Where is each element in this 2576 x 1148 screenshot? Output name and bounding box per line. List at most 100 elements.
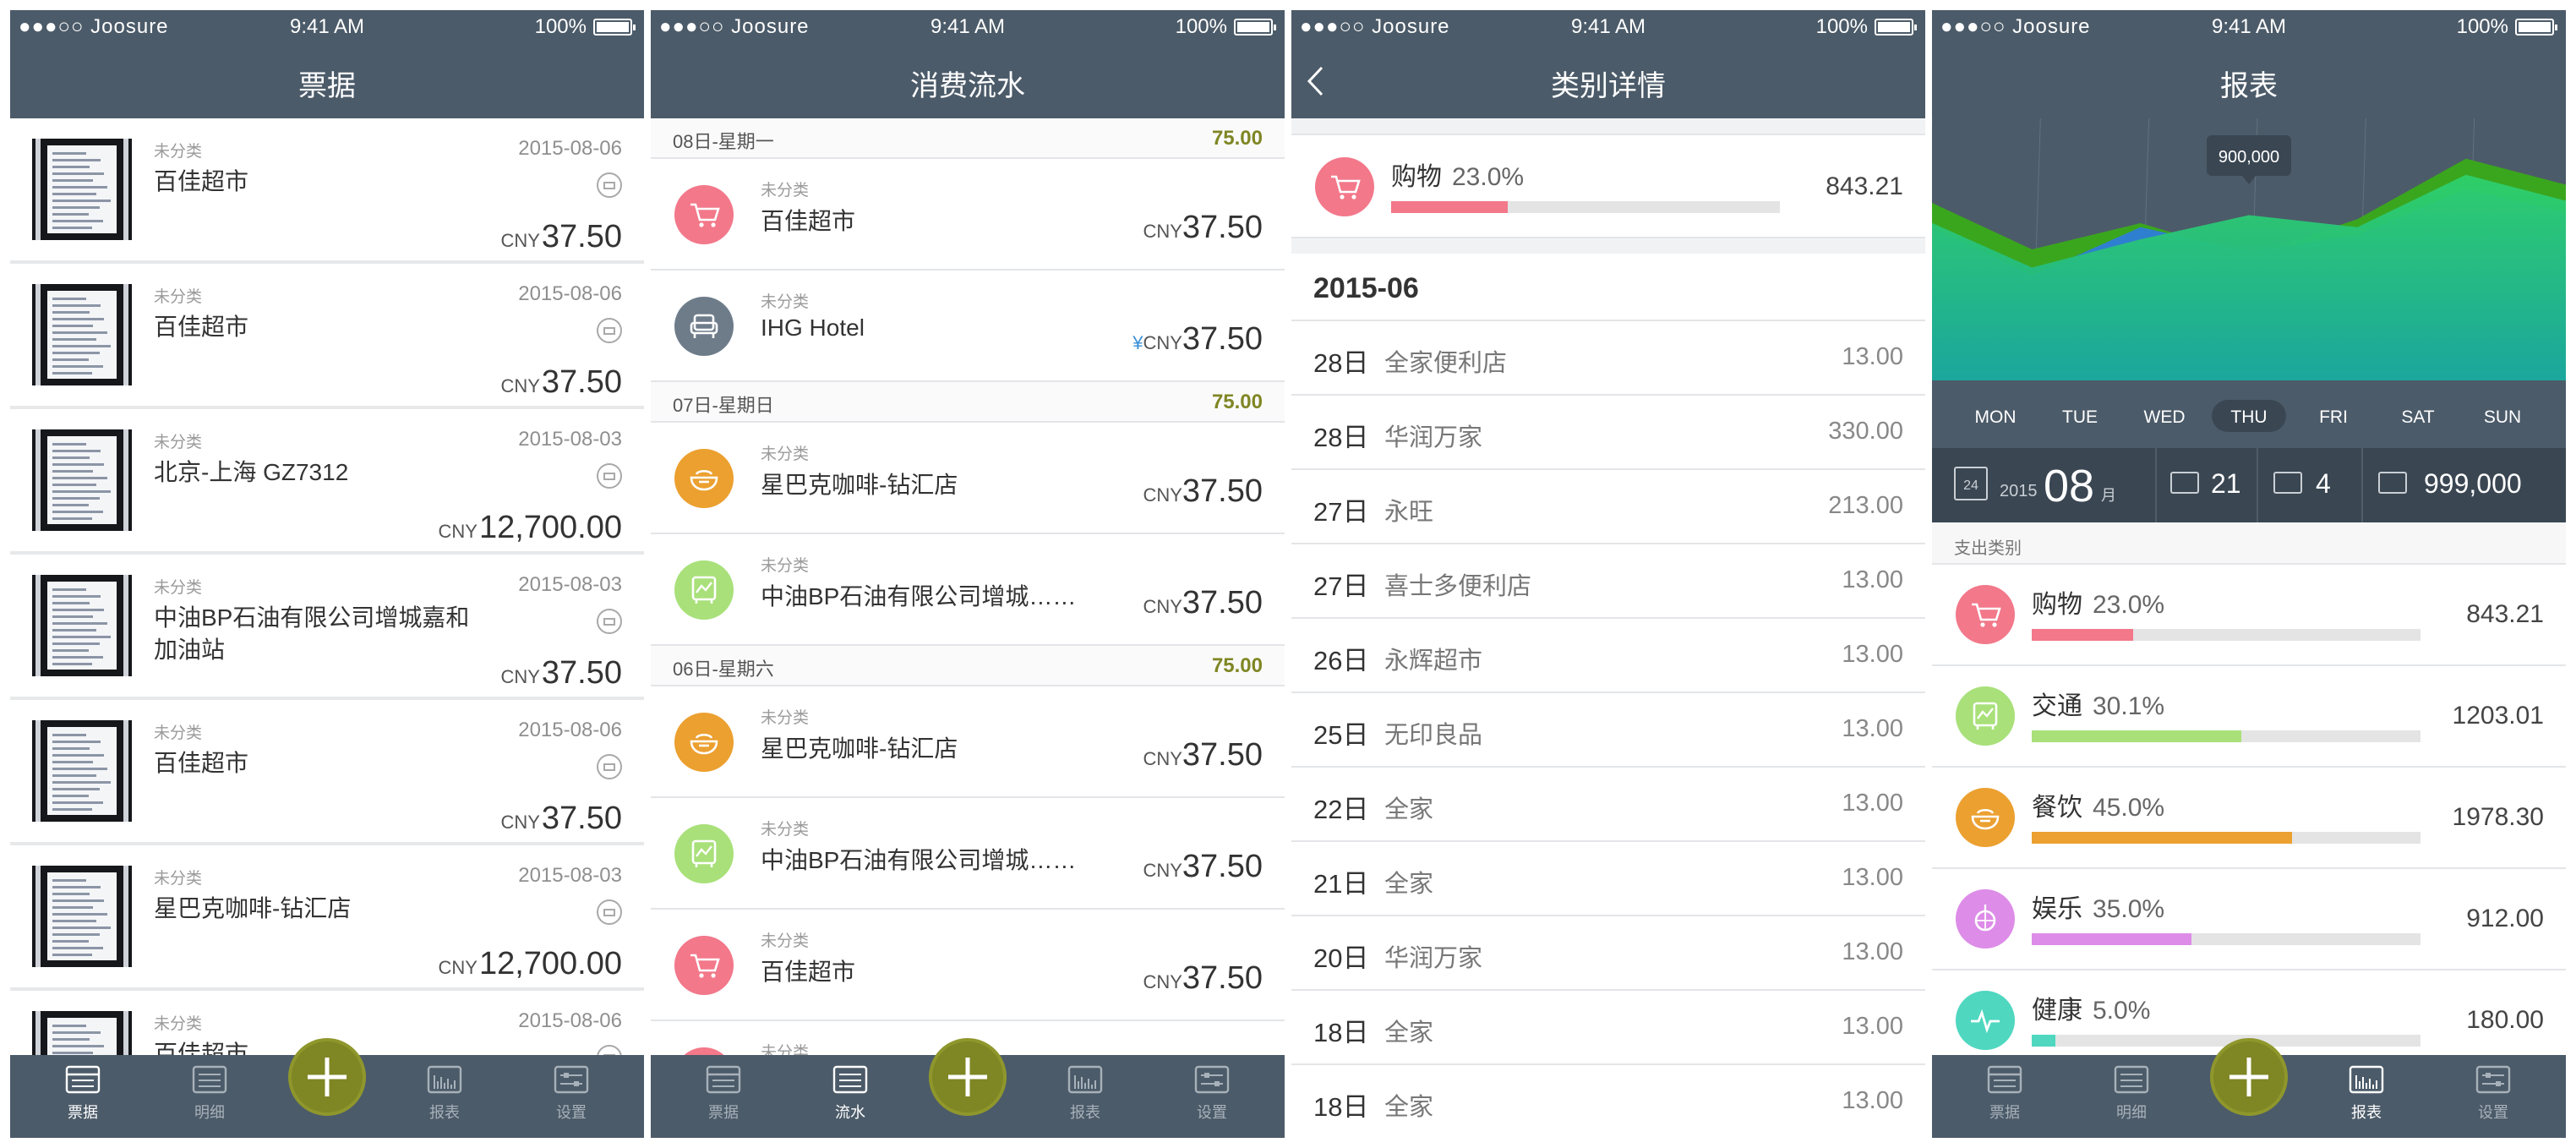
entry-value: 13.00 (1842, 715, 1903, 742)
tab-chart[interactable]: 报表 (402, 1063, 487, 1123)
entry-row[interactable]: 28日 全家便利店 13.00 (1291, 321, 1925, 396)
tab-receipt[interactable]: 票据 (1962, 1063, 2047, 1123)
entry-row[interactable]: 26日 永辉超市 13.00 (1291, 619, 1925, 693)
transaction-row[interactable]: 未分类 百佳超市 CNY37.50 (651, 159, 1285, 271)
receipt-thumbnail[interactable] (32, 720, 132, 822)
list-icon (2114, 1065, 2149, 1094)
transaction-row[interactable]: 未分类 中油BP石油有限公司增城…… CNY37.50 (651, 798, 1285, 910)
currency-label: CNY (438, 957, 478, 978)
category-value: 1978.30 (2452, 803, 2544, 831)
page-title: 票据 (298, 70, 356, 102)
entry-row[interactable]: 21日 全家 13.00 (1291, 842, 1925, 916)
card-cell[interactable]: 4 (2258, 448, 2363, 522)
tab-receipt[interactable]: 票据 (681, 1063, 766, 1123)
entry-name: 全家 (1384, 1094, 1434, 1121)
category-row[interactable]: 娱乐 35.0% 912.00 (1932, 869, 2566, 970)
transaction-amount: CNY37.50 (1143, 473, 1263, 510)
receipt-thumbnail[interactable] (32, 284, 132, 385)
transaction-row[interactable]: 未分类 中油BP石油有限公司增城…… CNY37.50 (651, 534, 1285, 646)
receipt-row[interactable]: 未分类百佳超市 2015-08-06 CNY37.50 (10, 264, 644, 409)
tab-settings[interactable]: 设置 (529, 1063, 614, 1123)
list-icon (832, 1065, 868, 1094)
tab-label: 票据 (708, 1104, 739, 1121)
tab-chart[interactable]: 报表 (1043, 1063, 1127, 1123)
receipt-category: 未分类 (154, 288, 203, 306)
entry-name: 全家 (1384, 796, 1434, 823)
receipt-thumbnail[interactable] (32, 866, 132, 967)
currency-label: CNY (1143, 971, 1182, 992)
entry-row[interactable]: 18日 全家 13.00 (1291, 991, 1925, 1065)
entry-list: 28日 全家便利店 13.00 28日 华润万家 330.00 27日 永旺 213.00 27日… (1291, 321, 1925, 1138)
tab-bar: 票据 明细 报表 设置 (1932, 1038, 2566, 1138)
entry-row[interactable]: 18日 全家 13.00 (1291, 1065, 1925, 1138)
wallet-cell[interactable]: 21 (2157, 448, 2258, 522)
day-tick-label: SUN (2484, 407, 2521, 427)
entry-day: 22日 (1313, 795, 1369, 824)
transaction-row[interactable]: 未分类 星巴克咖啡-钻汇店 CNY37.50 (651, 423, 1285, 534)
entry-name: 华润万家 (1384, 424, 1483, 451)
receipt-thumbnail[interactable] (32, 429, 132, 531)
receipt-row[interactable]: 未分类百佳超市 2015-08-06 CNY37.50 (10, 118, 644, 264)
entry-row[interactable]: 22日 全家 13.00 (1291, 768, 1925, 842)
card-count: 4 (2316, 468, 2331, 499)
receipt-row[interactable]: 未分类 中油BP石油有限公司增城嘉和加油站 2015-08-03 CNY37.50 (10, 555, 644, 700)
tab-list[interactable]: 流水 (808, 1063, 892, 1123)
progress-bar (2032, 832, 2420, 844)
tab-receipt[interactable]: 票据 (41, 1063, 125, 1123)
transaction-row[interactable]: 未分类 百佳超市 CNY37.50 (651, 910, 1285, 1021)
entry-row[interactable]: 27日 永旺 213.00 (1291, 470, 1925, 544)
receipt-thumbnail[interactable] (32, 575, 132, 676)
category-row[interactable]: 餐饮 45.0% 1978.30 (1932, 768, 2566, 869)
currency-label: CNY (500, 812, 540, 833)
receipt-icon (706, 1065, 741, 1094)
entry-row[interactable]: 28日 华润万家 330.00 (1291, 396, 1925, 470)
receipt-icon (65, 1065, 101, 1094)
cash-cell[interactable]: 999,000 (2363, 448, 2566, 522)
pulse-icon (1956, 991, 2015, 1050)
transaction-category: 未分类 (761, 557, 810, 575)
entry-day: 28日 (1313, 423, 1369, 452)
battery-percent: 100% (1815, 15, 1868, 38)
tab-chart[interactable]: 报表 (2324, 1063, 2409, 1123)
entry-row[interactable]: 20日 华润万家 13.00 (1291, 916, 1925, 991)
category-row[interactable]: 购物 23.0% 843.21 (1932, 565, 2566, 666)
cart-icon (674, 936, 734, 995)
currency-label: CNY (500, 230, 540, 251)
status-bar: ●●●○○ Joosure 9:41 AM 100% (10, 10, 644, 44)
receipt-thumbnail[interactable] (32, 139, 132, 240)
day-header: 08日-星期一 75.00 (651, 118, 1285, 159)
entry-name: 无印良品 (1384, 722, 1483, 749)
category-value: 843.21 (2466, 600, 2544, 628)
tab-list[interactable]: 明细 (167, 1063, 252, 1123)
progress-fill (2032, 832, 2293, 844)
wallet-icon (2170, 472, 2199, 494)
receipt-thumbnail[interactable] (32, 1011, 132, 1055)
settings-icon (1194, 1065, 1230, 1094)
category-summary[interactable]: 购物 23.0% 843.21 (1291, 134, 1925, 238)
tab-settings[interactable]: 设置 (1170, 1063, 1254, 1123)
currency-label: CNY (1143, 860, 1182, 881)
add-button[interactable] (2210, 1038, 2288, 1116)
navbar: 票据 (10, 44, 644, 118)
receipt-date: 2015-08-06 (518, 1009, 622, 1032)
entry-row[interactable]: 25日 无印良品 13.00 (1291, 693, 1925, 768)
add-button[interactable] (288, 1038, 366, 1116)
tab-list[interactable]: 明细 (2089, 1063, 2174, 1123)
category-percent: 5.0% (2093, 997, 2151, 1025)
entry-row[interactable]: 27日 喜士多便利店 13.00 (1291, 544, 1925, 619)
date-cell[interactable]: 24 2015 08 月 (1932, 448, 2157, 522)
tab-label: 报表 (429, 1104, 460, 1121)
add-button[interactable] (929, 1038, 1007, 1116)
day-tick-label: WED (2144, 407, 2186, 427)
tab-settings[interactable]: 设置 (2451, 1063, 2535, 1123)
wallet-count: 21 (2211, 468, 2241, 499)
category-row[interactable]: 交通 30.1% 1203.01 (1932, 666, 2566, 768)
flow-screen: ●●●○○ Joosure 9:41 AM 100% 消费流水 08日-星期一 7… (651, 10, 1285, 1138)
transaction-row[interactable]: 未分类 星巴克咖啡-钻汇店 CNY37.50 (651, 686, 1285, 798)
receipt-row[interactable]: 未分类 星巴克咖啡-钻汇店 2015-08-03 CNY12,700.00 (10, 845, 644, 991)
receipt-row[interactable]: 未分类百佳超市 2015-08-06 CNY37.50 (10, 700, 644, 845)
weekly-chart[interactable]: 900,000 MON TUE WED THU FRI SAT SUN (1932, 118, 2566, 448)
receipt-row[interactable]: 未分类 北京-上海 GZ7312 2015-08-03 CNY12,700.00 (10, 409, 644, 555)
day-tick-label: MON (1975, 407, 2017, 427)
transaction-row[interactable]: 未分类 IHG Hotel ¥CNY37.50 (651, 271, 1285, 382)
